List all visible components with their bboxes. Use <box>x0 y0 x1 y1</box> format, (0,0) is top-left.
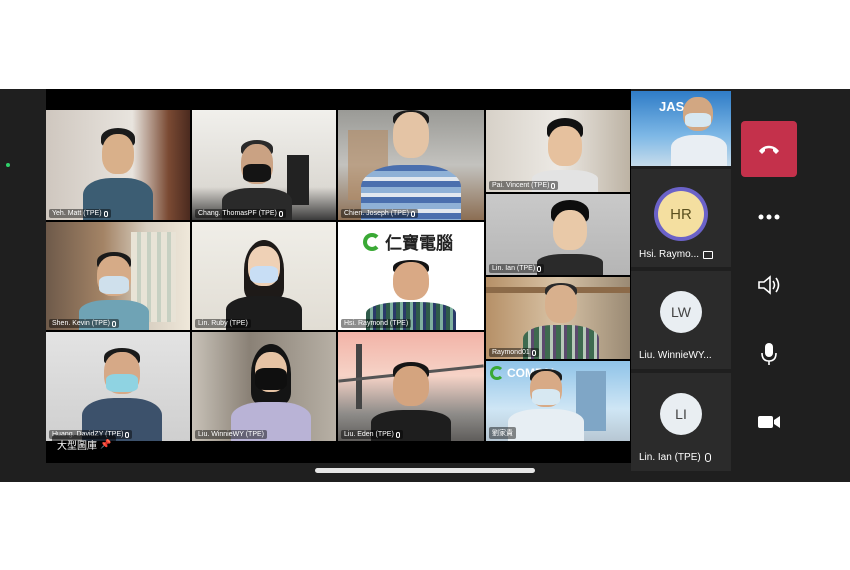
mic-icon <box>103 210 108 217</box>
participant-name: Shen. Kevin (TPE) <box>49 319 119 328</box>
hang-up-button[interactable] <box>741 121 797 177</box>
more-options-button[interactable] <box>741 197 797 237</box>
avatar: HR <box>654 187 708 241</box>
mic-icon <box>395 431 400 438</box>
microphone-button[interactable] <box>741 334 797 374</box>
video-tile[interactable]: Shen. Kevin (TPE) <box>46 222 190 330</box>
participant-name: Lin. Ruby (TPE) <box>195 319 251 328</box>
more-icon <box>758 214 780 220</box>
avatar: LW <box>660 291 702 333</box>
video-tile[interactable]: Chang. ThomasPF (TPE) <box>192 110 336 220</box>
participant-name: Hsi. Raymond (TPE) <box>341 319 412 328</box>
participant-name: Pai. Vincent (TPE) <box>489 181 559 190</box>
mic-icon <box>111 320 116 327</box>
connection-indicator <box>6 163 10 167</box>
video-stage: Yeh. Matt (TPE) Chang. ThomasPF (TPE) Ch… <box>46 89 631 463</box>
leaf-icon <box>490 366 504 380</box>
participant-sidebar: JAS HR Hsi. Raymo... LW Liu. WinnieWY... <box>631 89 732 482</box>
left-gutter <box>0 89 46 482</box>
participant-name: Raymond01 <box>489 348 539 357</box>
mic-icon <box>410 210 415 217</box>
mic-icon <box>125 431 130 438</box>
video-tile[interactable]: Lin. Ruby (TPE) <box>192 222 336 330</box>
video-tile[interactable]: Liu. Eden (TPE) <box>338 332 484 441</box>
participant-name: Chang. ThomasPF (TPE) <box>195 209 286 218</box>
video-tile[interactable]: Lin. Ian (TPE) <box>486 194 630 275</box>
microphone-icon <box>761 343 777 365</box>
home-indicator[interactable] <box>315 468 535 473</box>
mic-icon <box>551 182 556 189</box>
participant-name: Liu. WinnieWY (TPE) <box>195 430 267 439</box>
video-tile[interactable]: Raymond01 <box>486 277 630 359</box>
video-tile[interactable]: COMPAL 劉家貴 <box>486 361 630 441</box>
participant-card[interactable]: LW Liu. WinnieWY... <box>631 271 731 369</box>
mic-icon <box>537 265 542 272</box>
participant-name: Liu. Eden (TPE) <box>341 430 403 439</box>
video-grid: Yeh. Matt (TPE) Chang. ThomasPF (TPE) Ch… <box>46 110 630 441</box>
participant-name: Yeh. Matt (TPE) <box>49 209 111 218</box>
avatar: LI <box>660 393 702 435</box>
participant-card[interactable]: HR Hsi. Raymo... <box>631 169 731 267</box>
speaker-icon <box>758 275 780 295</box>
self-view[interactable]: JAS <box>631 91 731 166</box>
participant-name: Hsi. Raymo... <box>639 249 714 260</box>
watermark-caption: 大型圖庫 📌 <box>52 435 117 454</box>
video-camera-icon <box>758 416 780 428</box>
participant-card[interactable]: LI Lin. Ian (TPE) <box>631 373 731 471</box>
video-tile[interactable]: Pai. Vincent (TPE) <box>486 110 630 192</box>
participant-name: 劉家貴 <box>489 427 516 439</box>
compal-logo: 仁寶電腦 <box>363 229 453 254</box>
mic-muted-icon <box>704 453 711 462</box>
phone-hangup-icon <box>759 145 779 154</box>
leaf-icon <box>363 232 381 251</box>
participant-name: Liu. WinnieWY... <box>639 350 712 361</box>
participant-name: Lin. Ian (TPE) <box>489 264 545 273</box>
video-tile[interactable]: Chien. Joseph (TPE) <box>338 110 484 220</box>
mic-icon <box>278 210 283 217</box>
speaker-button[interactable] <box>741 265 797 305</box>
share-screen-icon <box>703 250 714 259</box>
video-tile[interactable]: Huang. DavidZY (TPE) <box>46 332 190 441</box>
call-controls <box>738 89 800 482</box>
self-view-logo: JAS <box>659 99 685 114</box>
pin-icon: 📌 <box>100 439 112 449</box>
meeting-window: Yeh. Matt (TPE) Chang. ThomasPF (TPE) Ch… <box>0 89 850 482</box>
video-tile[interactable]: Liu. WinnieWY (TPE) <box>192 332 336 441</box>
video-tile[interactable]: 仁寶電腦 Hsi. Raymond (TPE) <box>338 222 484 330</box>
video-tile[interactable]: Yeh. Matt (TPE) <box>46 110 190 220</box>
participant-name: Chien. Joseph (TPE) <box>341 209 418 218</box>
participant-name: Lin. Ian (TPE) <box>639 452 711 463</box>
camera-button[interactable] <box>741 402 797 442</box>
mic-icon <box>531 349 536 356</box>
